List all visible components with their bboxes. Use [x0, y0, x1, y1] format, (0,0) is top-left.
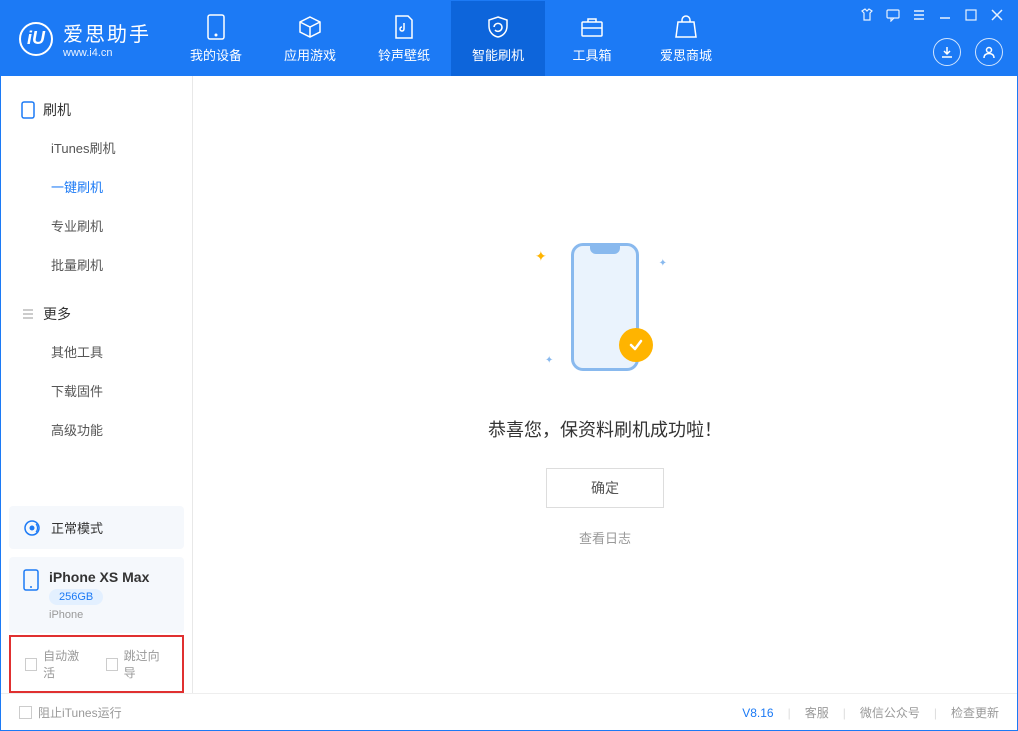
- bag-icon: [673, 14, 699, 40]
- sparkle-icon: ✦: [535, 248, 547, 265]
- checkbox-icon: [19, 706, 32, 719]
- sidebar-item-batch-flash[interactable]: 批量刷机: [1, 245, 192, 284]
- tab-label: 智能刷机: [472, 45, 524, 64]
- checkbox-icon: [106, 658, 118, 671]
- main-content: ✦ ✦ ✦ 恭喜您，保资料刷机成功啦！ 确定 查看日志: [193, 76, 1017, 693]
- sparkle-icon: ✦: [659, 258, 667, 269]
- success-message: 恭喜您，保资料刷机成功啦！: [488, 416, 722, 442]
- tab-label: 我的设备: [190, 45, 242, 64]
- window-controls: [859, 7, 1005, 23]
- device-storage-badge: 256GB: [49, 589, 103, 605]
- header-actions: [933, 38, 1003, 66]
- sidebar-item-advanced[interactable]: 高级功能: [1, 410, 192, 449]
- checkbox-row-highlighted: 自动激活 跳过向导: [9, 635, 184, 693]
- separator: |: [934, 706, 937, 720]
- separator: |: [843, 706, 846, 720]
- section-label: 刷机: [43, 100, 71, 120]
- sidebar-item-itunes-flash[interactable]: iTunes刷机: [1, 128, 192, 167]
- logo-area: iU 爱思助手 www.i4.cn: [1, 1, 169, 76]
- tab-label: 爱思商城: [660, 45, 712, 64]
- briefcase-icon: [579, 14, 605, 40]
- device-name: iPhone XS Max: [49, 569, 149, 585]
- list-icon: [21, 307, 35, 321]
- sidebar-header-flash[interactable]: 刷机: [1, 92, 192, 128]
- header-bar: iU 爱思助手 www.i4.cn 我的设备 应用游戏 铃声壁纸 智能刷机 工具…: [1, 1, 1017, 76]
- footer-bar: 阻止iTunes运行 V8.16 | 客服 | 微信公众号 | 检查更新: [1, 693, 1017, 731]
- close-button[interactable]: [989, 7, 1005, 23]
- sidebar: 刷机 iTunes刷机 一键刷机 专业刷机 批量刷机 更多 其他工具 下载固件 …: [1, 76, 193, 693]
- logo-text: 爱思助手 www.i4.cn: [63, 18, 151, 59]
- tab-ring-wallpaper[interactable]: 铃声壁纸: [357, 1, 451, 76]
- ok-button[interactable]: 确定: [546, 468, 664, 508]
- wechat-link[interactable]: 微信公众号: [860, 704, 920, 721]
- body-area: 刷机 iTunes刷机 一键刷机 专业刷机 批量刷机 更多 其他工具 下载固件 …: [1, 76, 1017, 693]
- tshirt-icon[interactable]: [859, 7, 875, 23]
- sidebar-header-more[interactable]: 更多: [1, 296, 192, 332]
- device-info-card[interactable]: iPhone XS Max 256GB iPhone: [9, 557, 184, 633]
- sidebar-item-download-firmware[interactable]: 下载固件: [1, 371, 192, 410]
- main-tabs: 我的设备 应用游戏 铃声壁纸 智能刷机 工具箱 爱思商城: [169, 1, 733, 76]
- tab-toolbox[interactable]: 工具箱: [545, 1, 639, 76]
- cube-icon: [297, 14, 323, 40]
- view-log-link[interactable]: 查看日志: [579, 528, 631, 547]
- user-button[interactable]: [975, 38, 1003, 66]
- checkbox-icon: [25, 658, 37, 671]
- success-illustration: ✦ ✦ ✦: [515, 222, 695, 392]
- music-file-icon: [391, 14, 417, 40]
- tab-label: 工具箱: [572, 45, 611, 64]
- device-icon: [203, 14, 229, 40]
- separator: |: [788, 706, 791, 720]
- customer-service-link[interactable]: 客服: [805, 704, 829, 721]
- tab-smart-flash[interactable]: 智能刷机: [451, 1, 545, 76]
- download-button[interactable]: [933, 38, 961, 66]
- success-check-icon: [619, 328, 653, 362]
- feedback-icon[interactable]: [885, 7, 901, 23]
- tab-my-device[interactable]: 我的设备: [169, 1, 263, 76]
- device-cards: 正常模式 iPhone XS Max 256GB iPhone: [1, 506, 192, 633]
- checkbox-label: 阻止iTunes运行: [38, 704, 122, 721]
- phone-small-icon: [21, 101, 35, 119]
- menu-icon[interactable]: [911, 7, 927, 23]
- phone-device-icon: [23, 569, 39, 591]
- checkbox-block-itunes[interactable]: 阻止iTunes运行: [19, 704, 122, 721]
- mode-icon: [23, 519, 41, 537]
- tab-label: 应用游戏: [284, 45, 336, 64]
- sidebar-section-more: 更多 其他工具 下载固件 高级功能: [1, 296, 192, 449]
- tab-label: 铃声壁纸: [378, 45, 430, 64]
- checkbox-label: 自动激活: [43, 647, 87, 681]
- checkbox-label: 跳过向导: [124, 647, 168, 681]
- sidebar-item-oneclick-flash[interactable]: 一键刷机: [1, 167, 192, 206]
- device-mode-label: 正常模式: [51, 518, 103, 537]
- device-mode-card[interactable]: 正常模式: [9, 506, 184, 549]
- tab-store[interactable]: 爱思商城: [639, 1, 733, 76]
- phone-notch: [590, 246, 620, 254]
- footer-right: V8.16 | 客服 | 微信公众号 | 检查更新: [742, 704, 999, 721]
- refresh-shield-icon: [485, 14, 511, 40]
- app-subtitle: www.i4.cn: [63, 47, 151, 59]
- checkbox-skip-guide[interactable]: 跳过向导: [106, 647, 169, 681]
- sidebar-item-pro-flash[interactable]: 专业刷机: [1, 206, 192, 245]
- check-update-link[interactable]: 检查更新: [951, 704, 999, 721]
- sidebar-item-other-tools[interactable]: 其他工具: [1, 332, 192, 371]
- minimize-button[interactable]: [937, 7, 953, 23]
- tab-apps-games[interactable]: 应用游戏: [263, 1, 357, 76]
- sidebar-section-flash: 刷机 iTunes刷机 一键刷机 专业刷机 批量刷机: [1, 92, 192, 284]
- app-title: 爱思助手: [63, 18, 151, 47]
- checkbox-auto-activate[interactable]: 自动激活: [25, 647, 88, 681]
- maximize-button[interactable]: [963, 7, 979, 23]
- device-type: iPhone: [49, 609, 149, 621]
- app-logo-icon: iU: [19, 22, 53, 56]
- section-label: 更多: [43, 304, 71, 324]
- version-label: V8.16: [742, 706, 773, 720]
- sparkle-icon: ✦: [545, 355, 553, 366]
